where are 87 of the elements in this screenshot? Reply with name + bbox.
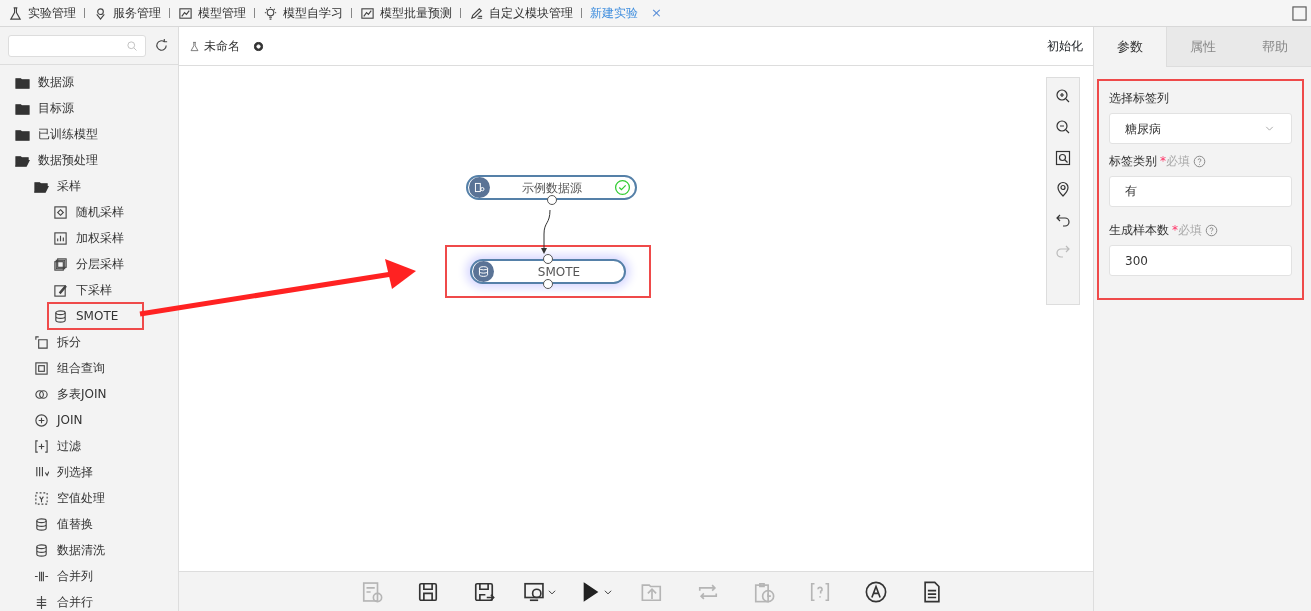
square-icon [1292,6,1307,21]
merge-rows-icon [34,594,49,610]
experiment-title: 未命名 [204,38,240,55]
save-as-icon [473,580,495,603]
datasource-icon [473,181,486,194]
tree-item[interactable]: 采样 [57,177,81,195]
database-icon [34,542,49,558]
zoom-in-icon [1055,88,1071,104]
input-field[interactable]: 有 [1109,176,1292,207]
screen-settings-icon [523,580,545,603]
nav-tab[interactable]: 服务管理 [113,4,161,22]
fit-view-icon [1055,150,1071,166]
tree-item[interactable]: 数据清洗 [57,541,105,559]
location-pin-button[interactable] [1055,181,1071,197]
lightbulb-icon [263,5,278,21]
database-icon [477,265,490,278]
flask-icon [8,5,23,21]
required-mark: * [1172,222,1178,239]
workflow-node[interactable]: SMOTE [470,259,626,284]
required-mark: * [1160,153,1166,170]
line-chart-icon [360,5,375,21]
database-icon [34,516,49,532]
initialize-button[interactable]: 初始化 [1047,37,1083,55]
report-icon [361,580,383,603]
field-label: 生成样本数 [1109,222,1169,239]
tree-item[interactable]: 分层采样 [76,255,124,273]
diamond-square-icon [53,204,68,220]
zoom-out-icon [1055,119,1071,135]
select-field[interactable]: 糖尿病 [1109,113,1292,144]
required-hint: 必填 [1166,153,1190,170]
refresh-icon [154,38,169,53]
required-hint: 必填 [1178,222,1202,239]
dashed-box-icon [34,490,49,506]
input-field[interactable]: 300 [1109,245,1292,276]
nav-tab[interactable]: 模型管理 [198,4,246,22]
circle-letter-icon [865,580,887,603]
tree-item[interactable]: 目标源 [38,99,74,117]
tree-item[interactable]: 过滤 [57,437,81,455]
search-icon [126,39,138,52]
tree-item[interactable]: 数据预处理 [38,151,98,169]
layers-icon [53,256,68,272]
tree-item[interactable]: 加权采样 [76,229,124,247]
document-icon [921,580,943,603]
combine-icon [34,360,49,376]
port[interactable] [543,279,553,289]
tree-item[interactable]: 拆分 [57,333,81,351]
pen-icon [469,5,484,21]
tree-item[interactable]: 空值处理 [57,489,105,507]
tree-item[interactable]: 随机采样 [76,203,124,221]
plus-circle-icon [34,412,49,428]
location-pin-icon [1055,181,1071,197]
edit-icon [53,282,68,298]
tree-item[interactable]: 数据源 [38,73,74,91]
workflow-node[interactable]: 示例数据源 [466,175,637,200]
tree-item[interactable]: 合并行 [57,593,93,611]
port[interactable] [543,254,553,264]
bar-chart-icon [53,230,68,246]
zoom-out-button[interactable] [1055,119,1071,135]
tree-item[interactable]: SMOTE [76,307,119,325]
tree-item[interactable]: 列选择 [57,463,93,481]
database-icon [53,308,68,324]
tree-item[interactable]: 多表JOIN [57,385,107,403]
port[interactable] [546,195,557,205]
tree-item[interactable]: 合并列 [57,567,93,585]
clipboard-clock-icon [753,580,775,603]
search-field[interactable] [8,34,146,57]
nav-tab[interactable]: 自定义模块管理 [489,4,573,22]
tree-item[interactable]: 已训练模型 [38,125,98,143]
tree-item[interactable]: 值替换 [57,515,93,533]
zoom-in-button[interactable] [1055,88,1071,104]
field-label: 选择标签列 [1109,90,1169,107]
brackets-question-icon [809,580,831,603]
nav-tab[interactable]: 模型自学习 [283,4,343,22]
line-chart-icon [178,5,193,21]
filter-icon [34,438,49,454]
nav-tab[interactable]: 实验管理 [28,4,76,22]
redo-icon [1055,243,1071,259]
tree-item[interactable]: JOIN [57,411,83,429]
tree-item[interactable]: 组合查询 [57,359,105,377]
save-icon [417,580,439,603]
undo-button[interactable] [1055,212,1071,228]
undo-icon [1055,212,1071,228]
fit-view-button[interactable] [1055,150,1071,166]
nav-tab[interactable]: 模型批量预测 [380,4,452,22]
tree-item[interactable]: 下采样 [76,281,112,299]
flask-icon [189,40,200,52]
field-label: 标签类别 [1109,153,1157,170]
